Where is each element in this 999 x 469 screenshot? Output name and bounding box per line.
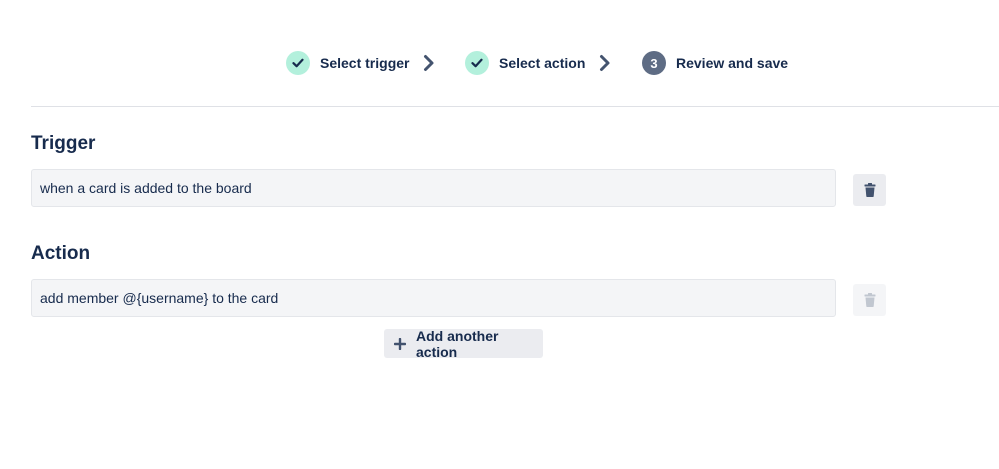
- progress-stepper: Select trigger Select action 3 Review an…: [0, 48, 999, 78]
- step-number-badge: 3: [642, 51, 666, 75]
- step-select-trigger: Select trigger: [286, 48, 409, 78]
- action-rule-field[interactable]: add member @{username} to the card: [31, 279, 836, 317]
- chevron-right-icon: [600, 55, 610, 71]
- step-review-and-save: 3 Review and save: [642, 48, 788, 78]
- step-complete-check-icon: [465, 51, 489, 75]
- add-another-action-button[interactable]: Add another action: [384, 327, 543, 360]
- add-another-action-label: Add another action: [416, 327, 499, 360]
- action-rule-text: add member @{username} to the card: [40, 290, 279, 306]
- action-heading: Action: [31, 243, 91, 264]
- chevron-right-icon: [424, 55, 434, 71]
- trigger-rule-text: when a card is added to the board: [40, 180, 252, 196]
- step-label: Select action: [499, 55, 586, 71]
- trigger-rule-field[interactable]: when a card is added to the board: [31, 169, 836, 207]
- step-label: Select trigger: [320, 55, 410, 71]
- step-complete-check-icon: [286, 51, 310, 75]
- delete-action-button[interactable]: [853, 284, 886, 316]
- step-label: Review and save: [676, 55, 789, 71]
- plus-icon: [394, 337, 406, 350]
- trigger-heading: Trigger: [31, 133, 96, 154]
- delete-trigger-button[interactable]: [853, 174, 886, 206]
- step-select-action: Select action: [465, 48, 585, 78]
- trash-icon: [864, 293, 875, 307]
- trash-icon: [864, 183, 875, 197]
- divider: [31, 106, 999, 107]
